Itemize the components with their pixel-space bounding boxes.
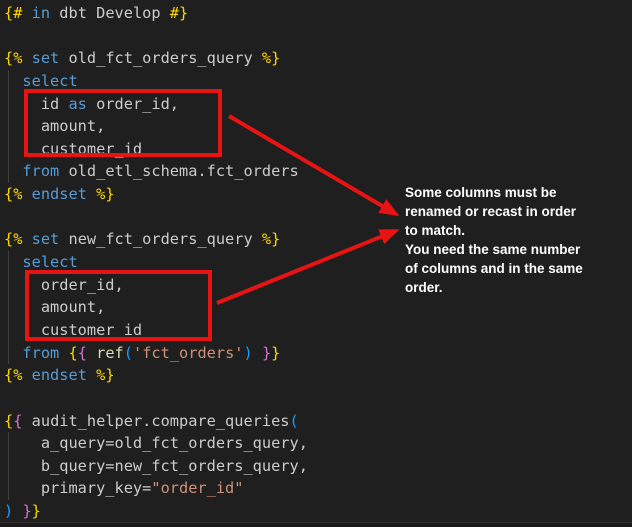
code-token xyxy=(4,72,22,90)
code-line[interactable]: ) }} xyxy=(4,500,632,523)
code-token: a_query=old_fct_orders_query, xyxy=(4,434,308,452)
code-token: id xyxy=(4,95,68,113)
code-token: new_fct_orders_query xyxy=(59,230,262,248)
code-token: #} xyxy=(170,4,188,22)
code-token: %} xyxy=(96,366,114,384)
code-line[interactable]: {{ audit_helper.compare_queries( xyxy=(4,410,632,433)
code-token: old_fct_orders_query xyxy=(59,49,262,67)
code-token: ) xyxy=(4,502,13,520)
code-token xyxy=(22,366,31,384)
annotation-note: Some columns must be renamed or recast i… xyxy=(405,183,605,297)
code-token: {% xyxy=(4,230,22,248)
code-token: select xyxy=(22,253,77,271)
code-token: in xyxy=(32,4,50,22)
code-token: endset xyxy=(32,185,87,203)
code-token xyxy=(4,162,22,180)
code-token: customer_id xyxy=(4,140,142,158)
code-token: from xyxy=(22,344,59,362)
code-line[interactable]: primary_key="order_id" xyxy=(4,477,632,500)
code-token: order_id, xyxy=(87,95,179,113)
code-line[interactable]: from {{ ref('fct_orders') }} xyxy=(4,342,632,365)
code-line[interactable]: amount, xyxy=(4,115,632,138)
code-token: ) xyxy=(244,344,253,362)
code-token: from xyxy=(22,162,59,180)
code-token: b_query=new_fct_orders_query, xyxy=(4,457,308,475)
code-line[interactable]: a_query=old_fct_orders_query, xyxy=(4,432,632,455)
code-token: {% xyxy=(4,366,22,384)
code-token: { xyxy=(68,344,77,362)
code-line[interactable] xyxy=(4,387,632,410)
code-token xyxy=(4,344,22,362)
code-line[interactable]: customer_id xyxy=(4,138,632,161)
code-token: primary_key= xyxy=(4,479,151,497)
code-token xyxy=(87,344,96,362)
code-line[interactable]: id as order_id, xyxy=(4,93,632,116)
code-editor: {# in dbt Develop #} {% set old_fct_orde… xyxy=(0,0,632,527)
code-token xyxy=(87,366,96,384)
code-token xyxy=(22,230,31,248)
code-token: ( xyxy=(290,412,299,430)
code-line[interactable]: {# in dbt Develop #} xyxy=(4,2,632,25)
code-token: set xyxy=(32,230,60,248)
code-token: { xyxy=(78,344,87,362)
code-token: } xyxy=(22,502,31,520)
code-token: dbt Develop xyxy=(50,4,170,22)
code-token xyxy=(22,49,31,67)
code-token: order_id, xyxy=(4,276,124,294)
code-token: {% xyxy=(4,49,22,67)
code-token: select xyxy=(22,72,77,90)
code-token xyxy=(253,344,262,362)
code-line[interactable]: customer_id xyxy=(4,319,632,342)
code-token: %} xyxy=(96,185,114,203)
code-token: "order_id" xyxy=(151,479,243,497)
code-token: %} xyxy=(262,230,280,248)
code-token: 'fct_orders' xyxy=(133,344,244,362)
code-line[interactable] xyxy=(4,25,632,48)
code-token xyxy=(87,185,96,203)
code-token xyxy=(22,4,31,22)
code-token: } xyxy=(32,502,41,520)
code-token: customer_id xyxy=(4,321,142,339)
code-token xyxy=(4,253,22,271)
code-token: ( xyxy=(124,344,133,362)
code-line[interactable]: b_query=new_fct_orders_query, xyxy=(4,455,632,478)
code-line[interactable]: {% endset %} xyxy=(4,364,632,387)
code-token: { xyxy=(4,412,13,430)
code-token: } xyxy=(262,344,271,362)
code-token: ref xyxy=(96,344,124,362)
code-line[interactable]: amount, xyxy=(4,296,632,319)
code-token: as xyxy=(68,95,86,113)
code-token: amount, xyxy=(4,117,105,135)
code-token: set xyxy=(32,49,60,67)
code-line[interactable]: {% set old_fct_orders_query %} xyxy=(4,47,632,70)
code-token: {# xyxy=(4,4,22,22)
code-token: %} xyxy=(262,49,280,67)
window-bottom-edge xyxy=(0,522,632,527)
code-token: amount, xyxy=(4,298,105,316)
code-token: audit_helper.compare_queries xyxy=(22,412,289,430)
code-token: old_etl_schema.fct_orders xyxy=(59,162,298,180)
code-line[interactable]: select xyxy=(4,70,632,93)
code-token: {% xyxy=(4,185,22,203)
code-token: } xyxy=(271,344,280,362)
code-line[interactable]: from old_etl_schema.fct_orders xyxy=(4,160,632,183)
code-token: endset xyxy=(32,366,87,384)
code-token xyxy=(22,185,31,203)
